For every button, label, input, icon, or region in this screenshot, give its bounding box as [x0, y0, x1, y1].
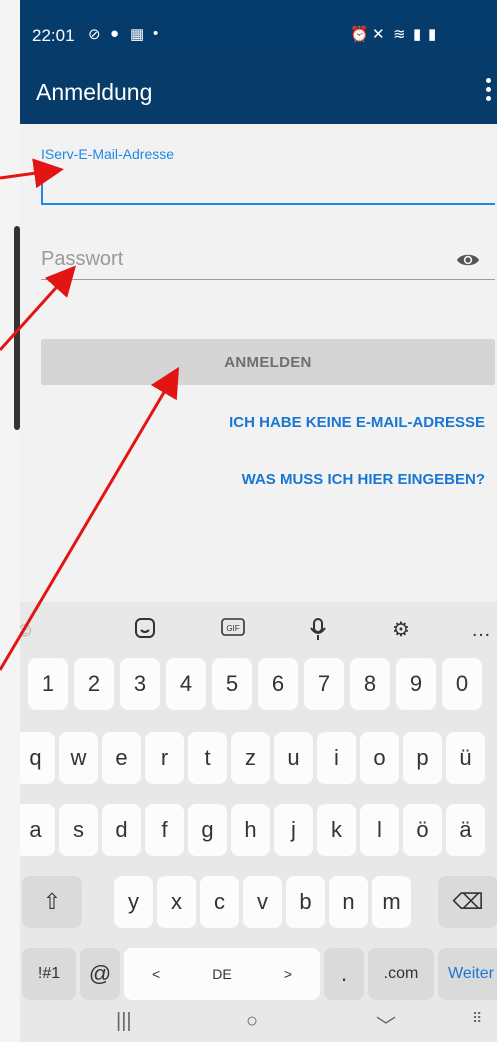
back-button[interactable]: ﹀ [376, 1010, 396, 1039]
dot-icon: • [153, 25, 159, 42]
key-l[interactable]: l [360, 804, 399, 856]
key-a[interactable]: a [20, 804, 55, 856]
key-p[interactable]: p [403, 732, 442, 784]
email-field[interactable] [41, 165, 495, 205]
phone-screen: 22:01 ⊘ ● ▦ • ⏰ ✕ ≋ ▮ ▮ Anmeldung IServ-… [20, 0, 497, 1042]
key-x[interactable]: x [157, 876, 196, 928]
key-b[interactable]: b [286, 876, 325, 928]
password-field[interactable] [41, 240, 495, 280]
dot-com-key[interactable]: .com [368, 948, 434, 1000]
sticker-icon[interactable] [132, 617, 158, 643]
next-key[interactable]: Weiter [438, 948, 497, 1000]
home-button[interactable]: ○ [246, 1010, 258, 1033]
status-time: 22:01 [32, 26, 75, 45]
sim-icon: ▦ [130, 26, 145, 43]
emoji-icon[interactable]: ☺ [20, 617, 38, 643]
left-gutter [0, 0, 20, 1042]
mute-icon: ✕ [372, 26, 385, 43]
more-vert-icon[interactable] [485, 78, 493, 104]
login-button[interactable]: ANMELDEN [41, 339, 495, 385]
key-y[interactable]: y [114, 876, 153, 928]
space-right-arrow: > [283, 966, 292, 982]
key-ä[interactable]: ä [446, 804, 485, 856]
key-0[interactable]: 0 [442, 658, 482, 710]
page-title: Anmeldung [36, 79, 153, 105]
key-ü[interactable]: ü [446, 732, 485, 784]
key-s[interactable]: s [59, 804, 98, 856]
key-r[interactable]: r [145, 732, 184, 784]
text-cursor [41, 172, 43, 204]
key-z[interactable]: z [231, 732, 270, 784]
key-n[interactable]: n [329, 876, 368, 928]
help-link[interactable]: WAS MUSS ICH HIER EINGEBEN? [242, 471, 485, 488]
wifi-icon: ≋ [393, 26, 406, 43]
no-email-link[interactable]: ICH HABE KEINE E-MAIL-ADRESSE [229, 414, 485, 431]
keyboard-toolbar: ☺ GIF ⚙ … [20, 602, 497, 658]
key-u[interactable]: u [274, 732, 313, 784]
key-1[interactable]: 1 [28, 658, 68, 710]
space-bar[interactable]: < DE > [124, 948, 320, 1000]
microphone-icon[interactable] [305, 617, 331, 643]
key-o[interactable]: o [360, 732, 399, 784]
alarm-icon: ⏰ [350, 26, 369, 43]
key-q[interactable]: q [20, 732, 55, 784]
keyboard: ☺ GIF ⚙ … 1234567890 qwertzuiopü asdfghjkl… [20, 602, 497, 1002]
gif-icon[interactable]: GIF [220, 617, 246, 643]
key-c[interactable]: c [200, 876, 239, 928]
recent-apps-button[interactable]: ||| [116, 1010, 132, 1033]
key-k[interactable]: k [317, 804, 356, 856]
key-6[interactable]: 6 [258, 658, 298, 710]
shift-key[interactable]: ⇧ [22, 876, 82, 928]
key-w[interactable]: w [59, 732, 98, 784]
key-d[interactable]: d [102, 804, 141, 856]
key-m[interactable]: m [372, 876, 411, 928]
backspace-key[interactable]: ⌫ [438, 876, 497, 928]
key-h[interactable]: h [231, 804, 270, 856]
check-circle-icon: ⊘ [88, 26, 101, 43]
symbols-key[interactable]: !#1 [22, 948, 76, 1000]
battery-icon: ▮ [428, 26, 437, 43]
key-j[interactable]: j [274, 804, 313, 856]
space-left-arrow: < [152, 966, 161, 982]
key-7[interactable]: 7 [304, 658, 344, 710]
navigation-bar: ||| ○ ﹀ ⠿ [20, 1002, 497, 1042]
key-i[interactable]: i [317, 732, 356, 784]
key-3[interactable]: 3 [120, 658, 160, 710]
eye-icon[interactable] [456, 252, 480, 268]
more-icon[interactable]: … [468, 617, 494, 643]
key-5[interactable]: 5 [212, 658, 252, 710]
key-ö[interactable]: ö [403, 804, 442, 856]
keyboard-hide-icon[interactable]: ⠿ [472, 1010, 482, 1027]
key-g[interactable]: g [188, 804, 227, 856]
key-9[interactable]: 9 [396, 658, 436, 710]
key-f[interactable]: f [145, 804, 184, 856]
key-8[interactable]: 8 [350, 658, 390, 710]
at-key[interactable]: @ [80, 948, 120, 1000]
period-key[interactable]: . [324, 948, 364, 1000]
backspace-icon: ⌫ [452, 889, 484, 914]
key-v[interactable]: v [243, 876, 282, 928]
space-language-label: DE [212, 966, 232, 982]
shift-icon: ⇧ [42, 889, 62, 914]
settings-icon[interactable]: ⚙ [388, 617, 414, 643]
status-bar: 22:01 ⊘ ● ▦ • ⏰ ✕ ≋ ▮ ▮ [20, 0, 497, 58]
app-bar: Anmeldung [20, 58, 497, 124]
key-4[interactable]: 4 [166, 658, 206, 710]
alert-icon: ● [110, 25, 120, 42]
email-label: IServ-E-Mail-Adresse [41, 146, 175, 162]
key-e[interactable]: e [102, 732, 141, 784]
key-t[interactable]: t [188, 732, 227, 784]
signal-icon: ▮ [413, 26, 422, 43]
key-2[interactable]: 2 [74, 658, 114, 710]
gif-label: GIF [226, 624, 239, 633]
